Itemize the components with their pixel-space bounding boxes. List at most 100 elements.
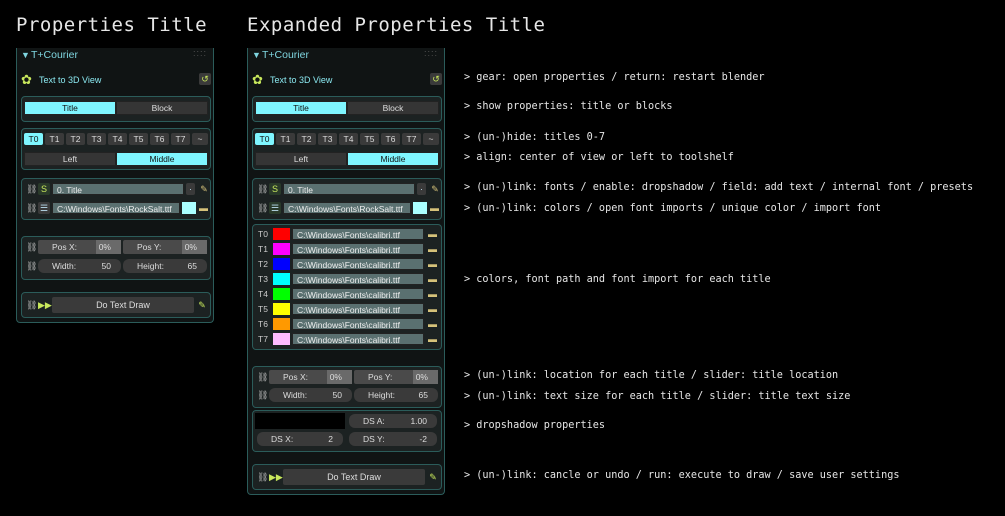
presets-icon[interactable]: ✎ <box>429 183 441 195</box>
link-location-icon[interactable]: ⛓ <box>26 241 37 253</box>
internal-font-icon[interactable]: · <box>186 183 195 195</box>
tab-block[interactable]: Block <box>347 101 439 115</box>
width-slider[interactable]: Width: 50 <box>269 388 352 402</box>
toggle-t4[interactable]: T4 <box>339 133 358 145</box>
link-cancel-icon[interactable]: ⛓ <box>257 471 268 483</box>
collapse-arrow-icon[interactable]: ▼ <box>21 50 30 60</box>
title-font-path[interactable]: C:\Windows\Fonts\calibri.ttf <box>292 228 424 240</box>
align-left[interactable]: Left <box>24 152 116 166</box>
height-slider[interactable]: Height: 65 <box>123 259 207 273</box>
restart-icon[interactable]: ↺ <box>430 73 442 85</box>
title-color-swatch[interactable] <box>273 288 290 300</box>
font-path-field[interactable]: C:\Windows\Fonts\RockSalt.ttf <box>52 202 180 214</box>
folder-icon[interactable]: ▬ <box>428 304 439 314</box>
do-text-draw-button[interactable]: Do Text Draw <box>52 297 194 313</box>
tab-title[interactable]: Title <box>24 101 116 115</box>
toggle-t6[interactable]: T6 <box>381 133 400 145</box>
ds-x-slider[interactable]: DS X: 2 <box>257 432 343 446</box>
internal-font-icon[interactable]: · <box>417 183 426 195</box>
title-color-swatch[interactable] <box>273 228 290 240</box>
restart-icon[interactable]: ↺ <box>199 73 211 85</box>
link-colors-icon[interactable]: ⛓ <box>257 202 268 214</box>
title-color-swatch[interactable] <box>273 258 290 270</box>
title-font-path[interactable]: C:\Windows\Fonts\calibri.ttf <box>292 303 424 315</box>
pos-x-slider[interactable]: Pos X: 0% <box>269 370 352 384</box>
font-path-field[interactable]: C:\Windows\Fonts\RockSalt.ttf <box>283 202 411 214</box>
toggle-t7[interactable]: T7 <box>171 133 190 145</box>
pos-y-slider[interactable]: Pos Y: 0% <box>354 370 438 384</box>
gear-icon[interactable]: ✿ <box>21 73 33 86</box>
folder-icon[interactable]: ▬ <box>428 244 439 254</box>
dropshadow-icon[interactable]: S <box>38 183 50 195</box>
link-cancel-icon[interactable]: ⛓ <box>26 299 37 311</box>
font-imports-icon[interactable]: ☰ <box>38 202 50 214</box>
pos-y-slider[interactable]: Pos Y: 0% <box>123 240 207 254</box>
folder-icon[interactable]: ▬ <box>428 334 439 344</box>
collapse-arrow-icon[interactable]: ▼ <box>252 50 261 60</box>
title-font-path[interactable]: C:\Windows\Fonts\calibri.ttf <box>292 273 424 285</box>
width-slider[interactable]: Width: 50 <box>38 259 121 273</box>
toggle-all[interactable]: ~ <box>192 133 208 145</box>
toggle-t0[interactable]: T0 <box>24 133 43 145</box>
folder-icon[interactable]: ▬ <box>428 259 439 269</box>
do-text-draw-button[interactable]: Do Text Draw <box>283 469 425 485</box>
title-color-swatch[interactable] <box>273 273 290 285</box>
align-middle[interactable]: Middle <box>116 152 208 166</box>
title-color-swatch[interactable] <box>273 333 290 345</box>
title-font-path[interactable]: C:\Windows\Fonts\calibri.ttf <box>292 288 424 300</box>
title-font-path[interactable]: C:\Windows\Fonts\calibri.ttf <box>292 318 424 330</box>
font-imports-icon[interactable]: ☰ <box>269 202 281 214</box>
toggle-t2[interactable]: T2 <box>66 133 85 145</box>
link-colors-icon[interactable]: ⛓ <box>26 202 37 214</box>
ds-a-slider[interactable]: DS A: 1.00 <box>349 414 437 428</box>
panel-header[interactable]: ▼ T+Courier :::: <box>17 48 213 64</box>
link-fonts-icon[interactable]: ⛓ <box>257 183 268 195</box>
align-left[interactable]: Left <box>255 152 347 166</box>
toggle-t3[interactable]: T3 <box>318 133 337 145</box>
save-settings-icon[interactable]: ✎ <box>427 471 439 483</box>
toggle-t1[interactable]: T1 <box>276 133 295 145</box>
title-font-path[interactable]: C:\Windows\Fonts\calibri.ttf <box>292 258 424 270</box>
unique-color-swatch[interactable] <box>182 202 196 214</box>
pos-x-slider[interactable]: Pos X: 0% <box>38 240 121 254</box>
folder-icon[interactable]: ▬ <box>428 319 439 329</box>
drag-handle-icon[interactable]: :::: <box>193 48 207 58</box>
title-color-swatch[interactable] <box>273 243 290 255</box>
toggle-t0[interactable]: T0 <box>255 133 274 145</box>
folder-icon[interactable]: ▬ <box>428 229 439 239</box>
link-size-icon[interactable]: ⛓ <box>257 389 268 401</box>
panel-header[interactable]: ▼ T+Courier :::: <box>248 48 444 64</box>
ds-y-slider[interactable]: DS Y: -2 <box>349 432 437 446</box>
link-location-icon[interactable]: ⛓ <box>257 371 268 383</box>
align-middle[interactable]: Middle <box>347 152 439 166</box>
tab-block[interactable]: Block <box>116 101 208 115</box>
title-font-path[interactable]: C:\Windows\Fonts\calibri.ttf <box>292 333 424 345</box>
title-font-path[interactable]: C:\Windows\Fonts\calibri.ttf <box>292 243 424 255</box>
toggle-t2[interactable]: T2 <box>297 133 316 145</box>
toggle-all[interactable]: ~ <box>423 133 439 145</box>
title-color-swatch[interactable] <box>273 303 290 315</box>
folder-icon[interactable]: ▬ <box>428 274 439 284</box>
presets-icon[interactable]: ✎ <box>198 183 210 195</box>
dropshadow-icon[interactable]: S <box>269 183 281 195</box>
run-icon[interactable]: ▶▶ <box>38 299 52 311</box>
gear-icon[interactable]: ✿ <box>252 73 264 86</box>
import-font-icon[interactable]: ▬ <box>430 203 441 213</box>
title-text-field[interactable]: 0. Title <box>52 183 184 195</box>
import-font-icon[interactable]: ▬ <box>199 203 210 213</box>
toggle-t6[interactable]: T6 <box>150 133 169 145</box>
toggle-t1[interactable]: T1 <box>45 133 64 145</box>
drag-handle-icon[interactable]: :::: <box>424 48 438 58</box>
dropshadow-color-swatch[interactable] <box>255 413 345 429</box>
height-slider[interactable]: Height: 65 <box>354 388 438 402</box>
toggle-t3[interactable]: T3 <box>87 133 106 145</box>
folder-icon[interactable]: ▬ <box>428 289 439 299</box>
run-icon[interactable]: ▶▶ <box>269 471 283 483</box>
link-fonts-icon[interactable]: ⛓ <box>26 183 37 195</box>
title-text-field[interactable]: 0. Title <box>283 183 415 195</box>
save-settings-icon[interactable]: ✎ <box>196 299 208 311</box>
toggle-t5[interactable]: T5 <box>360 133 379 145</box>
title-color-swatch[interactable] <box>273 318 290 330</box>
tab-title[interactable]: Title <box>255 101 347 115</box>
toggle-t4[interactable]: T4 <box>108 133 127 145</box>
